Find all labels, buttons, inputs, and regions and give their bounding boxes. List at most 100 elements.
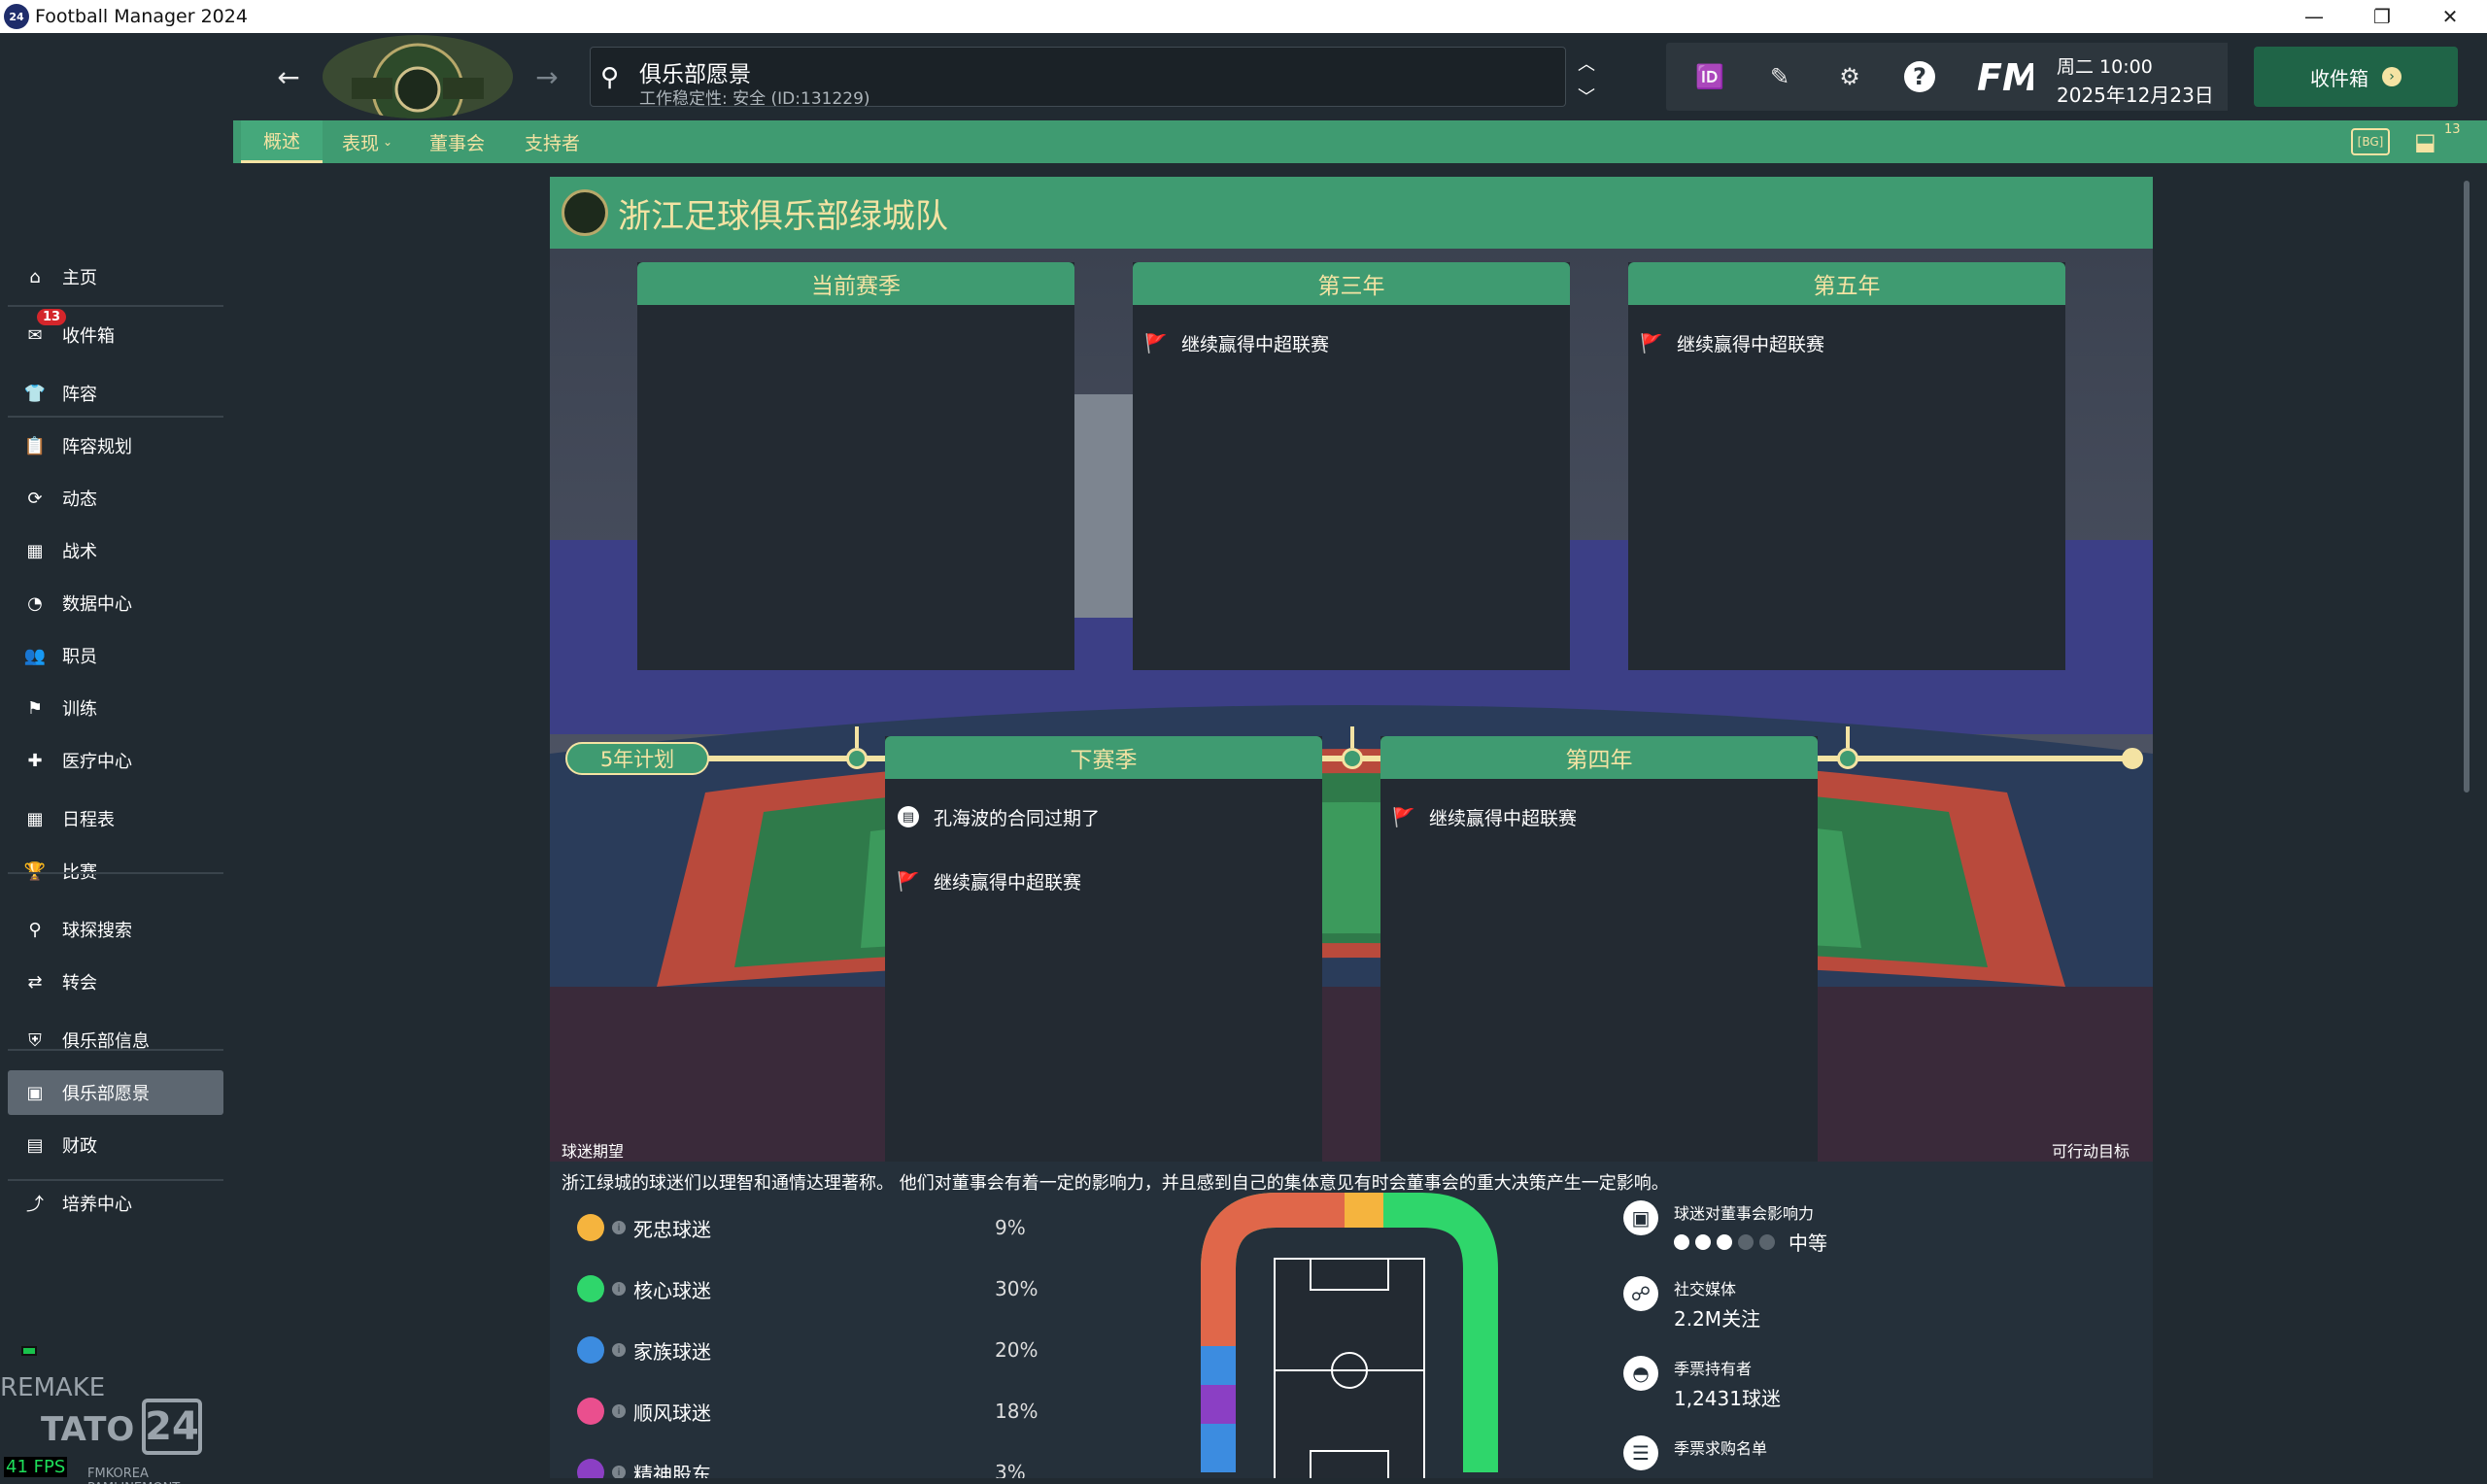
stat-label: 季票持有者	[1674, 1360, 1753, 1378]
inbox-button-label: 收件箱	[2310, 66, 2368, 90]
sidebar-item-shirt[interactable]: 👕 阵容	[8, 371, 223, 416]
info-icon[interactable]: i	[612, 1404, 626, 1418]
timeline-tick	[1350, 726, 1354, 748]
goal-item[interactable]: 🚩 继续赢得中超联赛	[1628, 326, 2065, 359]
sidebar-item-medical[interactable]: ✚ 医疗中心	[8, 738, 223, 783]
top-header: ← → ⚲ 俱乐部愿景 工作稳定性: 安全 (ID:131229) ︿ ﹀ 🆔 …	[233, 33, 2487, 120]
sidebar-item-finance[interactable]: ▤ 财政	[8, 1123, 223, 1167]
tab-supporters[interactable]: 支持者	[525, 120, 580, 163]
fan-group-row[interactable]: i 家族球迷 20%	[577, 1332, 1160, 1367]
medical-icon: ✚	[27, 750, 43, 771]
flag-icon: 🚩	[1144, 332, 1168, 354]
sidebar-item-label: 阵容规划	[62, 437, 132, 457]
season-ticket-icon: ◓	[1623, 1356, 1658, 1391]
forward-arrow-icon[interactable]: →	[525, 54, 569, 99]
club-crest[interactable]	[323, 35, 513, 118]
close-button[interactable]: ✕	[2416, 0, 2484, 33]
club-crest-small	[562, 189, 608, 236]
sidebar-item-inbox[interactable]: ✉ 收件箱 13	[8, 309, 223, 357]
tab-board[interactable]: 董事会	[429, 120, 485, 163]
minimize-button[interactable]: —	[2280, 0, 2348, 33]
inbox-icon: ✉	[27, 324, 43, 346]
emblem-icon[interactable]: ⚙	[1827, 54, 1872, 99]
timeline-node[interactable]	[1342, 748, 1363, 769]
sidebar-item-staff[interactable]: 👥 职员	[8, 633, 223, 678]
date-box[interactable]: 周二 10:00 2025年12月23日	[2033, 43, 2228, 111]
sidebar-item-dynamics[interactable]: ⟳ 动态	[8, 476, 223, 521]
year-card-current: 当前赛季	[637, 262, 1074, 670]
sidebar-item-clipboard[interactable]: 📋 阵容规划	[8, 423, 223, 468]
help-icon[interactable]: ?	[1897, 54, 1942, 99]
sidebar-item-development[interactable]: ⤴ 培养中心	[8, 1181, 223, 1226]
fan-group-color-dot	[577, 1336, 604, 1364]
timeline-end-node[interactable]	[2122, 748, 2143, 769]
tab-performance-label: 表现	[342, 132, 380, 154]
flag-icon: 🚩	[897, 870, 920, 893]
goal-item[interactable]: ▤ 孔海波的合同过期了	[885, 800, 1322, 833]
scout-icon: ⚲	[28, 919, 42, 940]
timeline-node[interactable]	[846, 748, 868, 769]
toolbar: 🆔 ✎ ⚙ ? FM	[1666, 43, 2084, 111]
fm-logo: FM	[1977, 56, 2039, 99]
rating-dot	[1674, 1233, 1689, 1250]
sidebar-item-label: 俱乐部愿景	[62, 1084, 150, 1104]
fan-group-percent: 9%	[995, 1216, 1026, 1239]
fan-group-row[interactable]: i 死忠球迷 9%	[577, 1210, 1160, 1245]
sidebar-item-home[interactable]: ⌂ 主页	[8, 254, 223, 299]
sidebar-item-data-hub[interactable]: ◔ 数据中心	[8, 581, 223, 625]
waiting-list-icon: ☰	[1623, 1435, 1658, 1470]
fan-group-row[interactable]: i 精神股东 3%	[577, 1455, 1160, 1478]
stat-label: 球迷对董事会影响力	[1674, 1204, 1815, 1223]
goal-item[interactable]: 🚩 继续赢得中超联赛	[885, 864, 1322, 897]
info-icon[interactable]: i	[612, 1343, 626, 1357]
influence-rating: 中等	[1674, 1228, 1827, 1256]
sidebar-item-label: 主页	[62, 268, 97, 288]
tab-performance[interactable]: 表现 ⌄	[342, 120, 392, 163]
back-arrow-icon[interactable]: ←	[266, 54, 311, 99]
search-box[interactable]: ⚲ 俱乐部愿景 工作稳定性: 安全 (ID:131229)	[590, 47, 1566, 109]
fan-group-percent: 18%	[995, 1400, 1039, 1423]
sidebar-item-trophy[interactable]: 🏆 比赛	[8, 849, 223, 894]
fan-group-label: 死忠球迷	[633, 1217, 711, 1241]
fan-section: 浙江绿城的球迷们以理智和通情达理著称。 他们对董事会有着一定的影响力，并且感到自…	[550, 1162, 2153, 1478]
sidebar-item-vision[interactable]: ▣ 俱乐部愿景	[8, 1070, 223, 1115]
sidebar-item-label: 阵容	[62, 385, 97, 405]
scrollbar[interactable]	[2464, 181, 2470, 793]
restore-button[interactable]: ❐	[2348, 0, 2416, 33]
year-card-title: 下赛季	[885, 736, 1322, 779]
sidebar-item-label: 比赛	[62, 862, 97, 883]
goal-item[interactable]: 🚩 继续赢得中超联赛	[1133, 326, 1570, 359]
credit-label: FMKOREA PAMLINEMONT	[87, 1467, 180, 1484]
inbox-tray-icon[interactable]: ⬓	[2414, 128, 2436, 155]
chevron-up-icon[interactable]: ︿	[1578, 51, 1595, 76]
inbox-continue-button[interactable]: 收件箱 ›	[2254, 47, 2458, 107]
goal-item[interactable]: 🚩 继续赢得中超联赛	[1380, 800, 1818, 833]
tato-label: TATO	[41, 1410, 135, 1449]
fan-group-row[interactable]: i 核心球迷 30%	[577, 1271, 1160, 1306]
sidebar-item-label: 转会	[62, 973, 97, 994]
fan-group-row[interactable]: i 顺风球迷 18%	[577, 1394, 1160, 1429]
sidebar-item-label: 收件箱	[62, 326, 115, 347]
info-icon[interactable]: i	[612, 1282, 626, 1296]
remake-label: REMAKE	[0, 1373, 106, 1402]
rating-dot	[1738, 1233, 1754, 1250]
timeline-node[interactable]	[1837, 748, 1858, 769]
year-card-next: 下赛季 ▤ 孔海波的合同过期了 🚩 继续赢得中超联赛	[885, 736, 1322, 1162]
sidebar-item-transfer[interactable]: ⇄ 转会	[8, 960, 223, 1004]
window-title: Football Manager 2024	[35, 6, 248, 27]
screen-capture-icon[interactable]: [BG]	[2351, 128, 2390, 155]
chevron-down-icon[interactable]: ﹀	[1578, 84, 1595, 109]
pencil-icon[interactable]: ✎	[1757, 54, 1802, 99]
data-hub-icon: ◔	[27, 592, 43, 614]
sidebar-item-shield[interactable]: ⛨ 俱乐部信息	[8, 1018, 223, 1062]
sidebar-item-tactics[interactable]: ▦ 战术	[8, 528, 223, 573]
sidebar: ⌂ 主页 ✉ 收件箱 13 👕 阵容 📋 阵容规划 ⟳ 动态 ▦ 战术 ◔ 数据中心 👥 职员 ⚑ 训练 ✚ 医疗中心 ▦…	[0, 33, 233, 1484]
sidebar-item-training[interactable]: ⚑ 训练	[8, 686, 223, 730]
sidebar-item-scout[interactable]: ⚲ 球探搜索	[8, 907, 223, 952]
info-icon[interactable]: i	[612, 1221, 626, 1234]
sidebar-item-calendar[interactable]: ▦ 日程表	[8, 796, 223, 841]
id-card-icon[interactable]: 🆔	[1687, 54, 1732, 99]
tab-overview[interactable]: 概述	[241, 120, 323, 163]
sidebar-divider	[8, 1049, 223, 1051]
info-icon[interactable]: i	[612, 1466, 626, 1478]
